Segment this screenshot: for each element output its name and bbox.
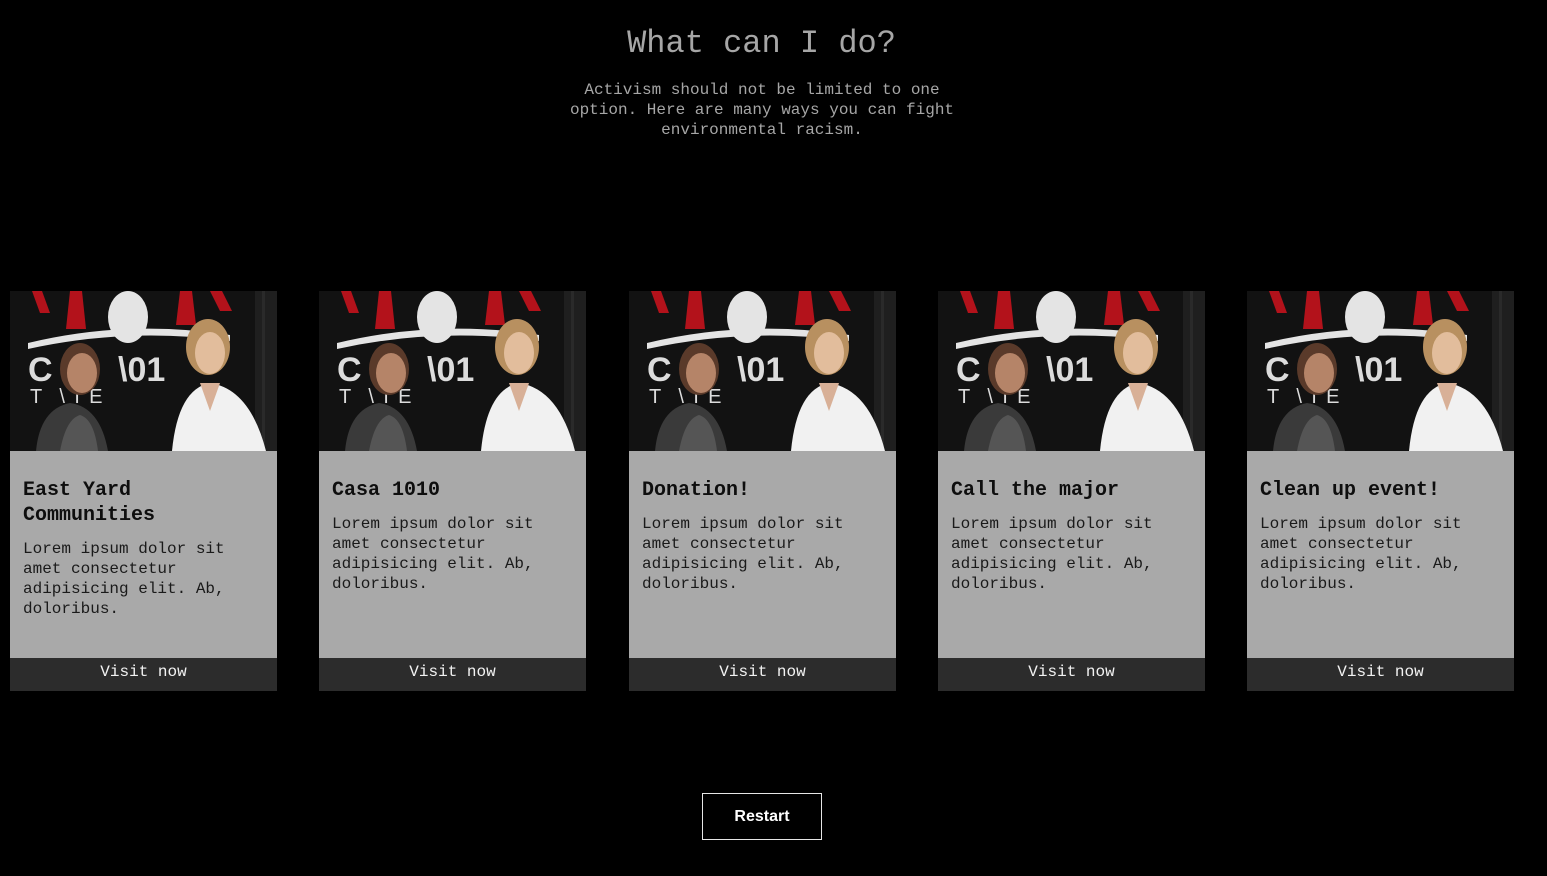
card-description: Lorem ipsum dolor sit amet consectetur a… — [332, 515, 534, 593]
card-body: Casa 1010 Lorem ipsum dolor sit amet con… — [319, 451, 586, 658]
card-title: Donation! — [642, 479, 751, 502]
card-photo: C \01 T \TE — [319, 291, 586, 451]
visit-now-button[interactable]: Visit now — [319, 658, 586, 691]
action-card: C \01 T \TE Donation! Lorem ipsum dolor … — [629, 291, 896, 691]
action-card: C \01 T \TE East Yard Communities Lorem … — [10, 291, 277, 691]
card-body: Donation! Lorem ipsum dolor sit amet con… — [629, 451, 896, 658]
action-card: C \01 T \TE Casa 1010 Lorem ipsum dolor … — [319, 291, 586, 691]
svg-text:C: C — [647, 351, 672, 389]
two-women-photo-icon: C \01 T \TE — [1247, 291, 1514, 451]
card-title: Call the major — [951, 479, 1120, 502]
svg-text:\01: \01 — [427, 351, 474, 389]
visit-now-button[interactable]: Visit now — [938, 658, 1205, 691]
two-women-photo-icon: C \01 T \TE — [319, 291, 586, 451]
svg-text:C: C — [956, 351, 981, 389]
card-title: East Yard Communities — [23, 479, 156, 527]
visit-now-button[interactable]: Visit now — [1247, 658, 1514, 691]
page-title: What can I do? — [627, 25, 896, 62]
card-photo: C \01 T \TE — [629, 291, 896, 451]
card-title: Casa 1010 — [332, 479, 441, 502]
svg-text:\01: \01 — [118, 351, 165, 389]
svg-text:C: C — [1265, 351, 1290, 389]
action-card: C \01 T \TE Clean up event! Lorem ipsum … — [1247, 291, 1514, 691]
card-photo: C \01 T \TE — [10, 291, 277, 451]
card-description: Lorem ipsum dolor sit amet consectetur a… — [951, 515, 1153, 593]
action-card: C \01 T \TE Call the major Lorem ipsum d… — [938, 291, 1205, 691]
svg-text:\01: \01 — [1355, 351, 1402, 389]
card-body: Clean up event! Lorem ipsum dolor sit am… — [1247, 451, 1514, 658]
page-subtitle: Activism should not be limited to one op… — [569, 81, 955, 139]
card-body: Call the major Lorem ipsum dolor sit ame… — [938, 451, 1205, 658]
svg-text:C: C — [28, 351, 53, 389]
card-body: East Yard Communities Lorem ipsum dolor … — [10, 451, 277, 658]
card-photo: C \01 T \TE — [938, 291, 1205, 451]
two-women-photo-icon: C \01 T \TE — [10, 291, 277, 451]
card-description: Lorem ipsum dolor sit amet consectetur a… — [23, 540, 225, 618]
svg-text:C: C — [337, 351, 362, 389]
visit-now-button[interactable]: Visit now — [629, 658, 896, 691]
visit-now-button[interactable]: Visit now — [10, 658, 277, 691]
card-description: Lorem ipsum dolor sit amet consectetur a… — [1260, 515, 1462, 593]
svg-text:\01: \01 — [1046, 351, 1093, 389]
card-title: Clean up event! — [1260, 479, 1441, 502]
svg-text:\01: \01 — [737, 351, 784, 389]
card-photo: C \01 T \TE — [1247, 291, 1514, 451]
two-women-photo-icon: C \01 T \TE — [629, 291, 896, 451]
card-description: Lorem ipsum dolor sit amet consectetur a… — [642, 515, 844, 593]
two-women-photo-icon: C \01 T \TE — [938, 291, 1205, 451]
action-card-list: C \01 T \TE East Yard Communities Lorem … — [0, 291, 1547, 691]
restart-button[interactable]: Restart — [702, 793, 822, 840]
